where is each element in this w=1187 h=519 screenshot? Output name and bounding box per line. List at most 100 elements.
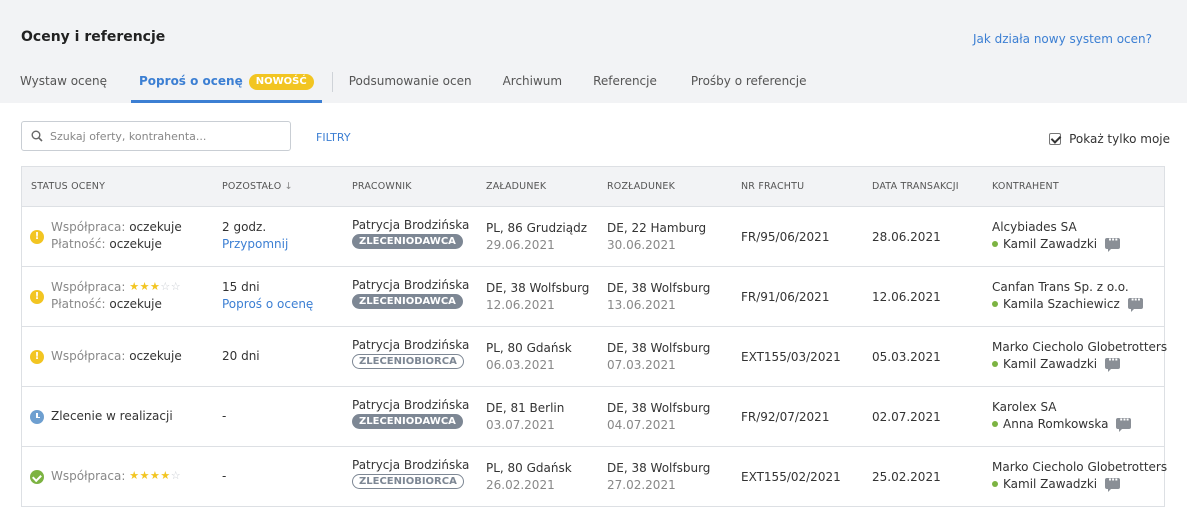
contractor-name[interactable]: Canfan Trans Sp. z o.o. (992, 280, 1143, 294)
freight-number: EXT155/02/2021 (741, 470, 841, 484)
col-transaction-date[interactable]: DATA TRANSAKCJI (872, 181, 959, 192)
chat-icon[interactable] (1105, 473, 1121, 492)
contractor-name[interactable]: Karolex SA (992, 400, 1131, 414)
freight-number: EXT155/03/2021 (741, 350, 841, 364)
rating-status: Współpraca: ★★★★☆ (51, 469, 181, 483)
col-loading[interactable]: ZAŁADUNEK (486, 181, 546, 192)
contractor-name[interactable]: Marko Ciecholo Globetrotters (992, 340, 1167, 354)
unloading-date: 30.06.2021 (607, 238, 676, 252)
main-content: FILTRY Pokaż tylko moje STATUS OCENY POZ… (0, 103, 1187, 519)
loading-cell: PL, 86 Grudziądz 29.06.2021 (486, 221, 587, 252)
search-icon (31, 130, 43, 142)
status-label: Współpraca: (51, 280, 126, 294)
remaining-cell: 15 dni Poproś o ocenę (222, 280, 313, 311)
transaction-date: 12.06.2021 (872, 290, 941, 304)
search-input[interactable] (50, 122, 286, 150)
contact-name: Anna Romkowska (1003, 417, 1109, 431)
ratings-table: STATUS OCENY POZOSTAŁO ↓ PRACOWNIK ZAŁAD… (21, 166, 1167, 507)
chat-icon[interactable] (1105, 233, 1121, 252)
rating-status: Współpraca: oczekuje Płatność: oczekuje (51, 220, 182, 251)
tab-request-rating[interactable]: Poproś o ocenę NOWOŚĆ (131, 66, 322, 103)
only-mine-toggle[interactable]: Pokaż tylko moje (1049, 132, 1170, 146)
page-title: Oceny i referencje (21, 29, 166, 45)
table-row[interactable]: Współpraca: ★★★★☆ - Patrycja Brodzińska ZLE… (22, 447, 1167, 507)
tab-issue-rating[interactable]: Wystaw ocenę (20, 66, 107, 101)
role-badge: ZLECENIOBIORCA (352, 354, 464, 369)
contractor-name[interactable]: Marko Ciecholo Globetrotters (992, 460, 1167, 474)
status-label: Współpraca: (51, 220, 126, 234)
table-row[interactable]: Współpraca: ★★★☆☆Płatność: oczekuje15 dn… (22, 267, 1164, 327)
star-icon: ★ (160, 469, 171, 482)
unloading-date: 04.07.2021 (607, 418, 676, 432)
only-mine-checkbox[interactable] (1049, 133, 1062, 145)
tab-archive[interactable]: Archiwum (503, 66, 563, 101)
warning-icon (30, 230, 44, 244)
tab-ratings-summary[interactable]: Podsumowanie ocen (349, 66, 472, 101)
chat-icon[interactable] (1116, 413, 1132, 432)
star-icon: ★ (149, 280, 161, 293)
filters-button[interactable]: FILTRY (316, 131, 351, 144)
table-row[interactable]: Współpraca: oczekuje 20 dni Patrycja Brodz… (22, 327, 1167, 387)
chat-icon[interactable] (1105, 353, 1121, 372)
chat-icon[interactable] (1127, 293, 1143, 312)
new-badge: NOWOŚĆ (248, 74, 314, 90)
tab-references[interactable]: Referencje (593, 66, 657, 101)
col-remaining[interactable]: POZOSTAŁO ↓ (222, 181, 293, 192)
table-body: Współpraca: oczekujePłatność: oczekuje 2 … (22, 207, 1167, 507)
contact-name: Kamil Zawadzki (1003, 237, 1098, 251)
row-action-link[interactable]: Poproś o ocenę (222, 297, 313, 311)
loading-place: PL, 80 Gdańsk (486, 341, 572, 355)
loading-place: DE, 38 Wolfsburg (486, 281, 590, 295)
loading-cell: PL, 80 Gdańsk 26.02.2021 (486, 461, 572, 492)
status-value: oczekuje (129, 349, 182, 363)
freight-number: FR/95/06/2021 (741, 230, 830, 244)
employee-name: Patrycja Brodzińska (352, 338, 470, 352)
rating-stars: ★★★★☆ (129, 469, 181, 482)
contractor-cell: Canfan Trans Sp. z o.o. Kamila Szachiewic… (992, 280, 1143, 312)
check-icon (30, 470, 44, 484)
loading-place: PL, 80 Gdańsk (486, 461, 572, 475)
loading-date: 06.03.2021 (486, 358, 555, 372)
online-status-icon (992, 241, 998, 247)
star-icon: ☆ (160, 280, 171, 293)
loading-place: PL, 86 Grudziądz (486, 221, 587, 235)
col-status[interactable]: STATUS OCENY (31, 181, 105, 192)
unloading-date: 07.03.2021 (607, 358, 676, 372)
rating-status: Zlecenie w realizacji (51, 409, 173, 423)
remaining-cell: 2 godz. Przypomnij (222, 220, 288, 251)
freight-number: FR/92/07/2021 (741, 410, 830, 424)
search-box[interactable] (21, 121, 291, 151)
remaining-cell: 20 dni (222, 349, 260, 363)
loading-date: 26.02.2021 (486, 478, 555, 492)
employee-cell: Patrycja Brodzińska ZLECENIODAWCA (352, 218, 469, 249)
star-icon: ★ (149, 469, 161, 482)
table-row[interactable]: Współpraca: oczekujePłatność: oczekuje 2 … (22, 207, 1164, 267)
loading-cell: PL, 80 Gdańsk 06.03.2021 (486, 341, 572, 372)
help-link[interactable]: Jak działa nowy system ocen? (973, 32, 1152, 46)
employee-name: Patrycja Brodzińska (352, 398, 470, 412)
col-freight-no[interactable]: NR FRACHTU (741, 181, 804, 192)
col-unloading[interactable]: ROZŁADUNEK (607, 181, 675, 192)
contractor-name[interactable]: Alcybiades SA (992, 220, 1120, 234)
row-action-link[interactable]: Przypomnij (222, 237, 288, 251)
tab-reference-requests[interactable]: Prośby o referencje (691, 66, 807, 101)
contact-name: Kamil Zawadzki (1003, 357, 1098, 371)
sort-down-icon: ↓ (284, 181, 293, 192)
loading-date: 29.06.2021 (486, 238, 555, 252)
employee-cell: Patrycja Brodzińska ZLECENIODAWCA (352, 278, 469, 309)
payment-value: oczekuje (109, 237, 162, 251)
payment-value: oczekuje (109, 297, 162, 311)
transaction-date: 25.02.2021 (872, 470, 941, 484)
remaining-time: 20 dni (222, 349, 260, 363)
contractor-cell: Alcybiades SA Kamil Zawadzki (992, 220, 1121, 252)
col-employee[interactable]: PRACOWNIK (352, 181, 412, 192)
star-icon: ★ (139, 469, 150, 482)
col-contractor[interactable]: KONTRAHENT (992, 181, 1059, 192)
role-badge: ZLECENIODAWCA (352, 294, 463, 309)
transaction-date: 02.07.2021 (872, 410, 941, 424)
unloading-cell: DE, 38 Wolfsburg 13.06.2021 (607, 281, 710, 312)
star-icon: ★ (129, 469, 140, 482)
table-row[interactable]: Zlecenie w realizacji - Patrycja Brodzińsk… (22, 387, 1164, 447)
remaining-time: - (222, 469, 227, 483)
tab-request-rating-label: Poproś o ocenę (139, 74, 243, 88)
